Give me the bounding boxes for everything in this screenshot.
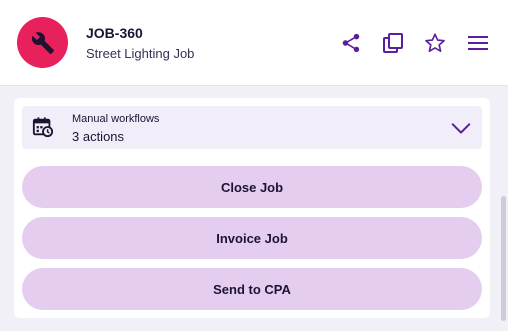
wrench-icon: [31, 31, 54, 54]
share-icon: [342, 33, 360, 53]
manual-workflows-dropdown[interactable]: Manual workflows 3 actions: [22, 106, 482, 149]
menu-button[interactable]: [466, 31, 490, 55]
workflows-title: Manual workflows: [72, 113, 160, 125]
close-job-button[interactable]: Close Job: [22, 166, 482, 208]
job-name: Street Lighting Job: [86, 46, 195, 61]
copy-icon: [383, 33, 403, 53]
scrollbar[interactable]: [501, 196, 506, 321]
menu-icon: [468, 36, 488, 50]
star-icon: [425, 33, 445, 52]
job-header: JOB-360 Street Lighting Job: [0, 0, 508, 86]
calendar-clock-icon: [32, 116, 54, 143]
chevron-down-icon: [450, 117, 472, 144]
share-button[interactable]: [339, 31, 363, 55]
send-to-cpa-button[interactable]: Send to CPA: [22, 268, 482, 310]
invoice-job-button[interactable]: Invoice Job: [22, 217, 482, 259]
job-avatar: [17, 17, 68, 68]
copy-button[interactable]: [381, 31, 405, 55]
job-id: JOB-360: [86, 25, 143, 41]
favorite-button[interactable]: [423, 31, 447, 55]
workflow-card: Manual workflows 3 actions Close Job Inv…: [14, 98, 490, 318]
workflows-count: 3 actions: [72, 129, 125, 144]
